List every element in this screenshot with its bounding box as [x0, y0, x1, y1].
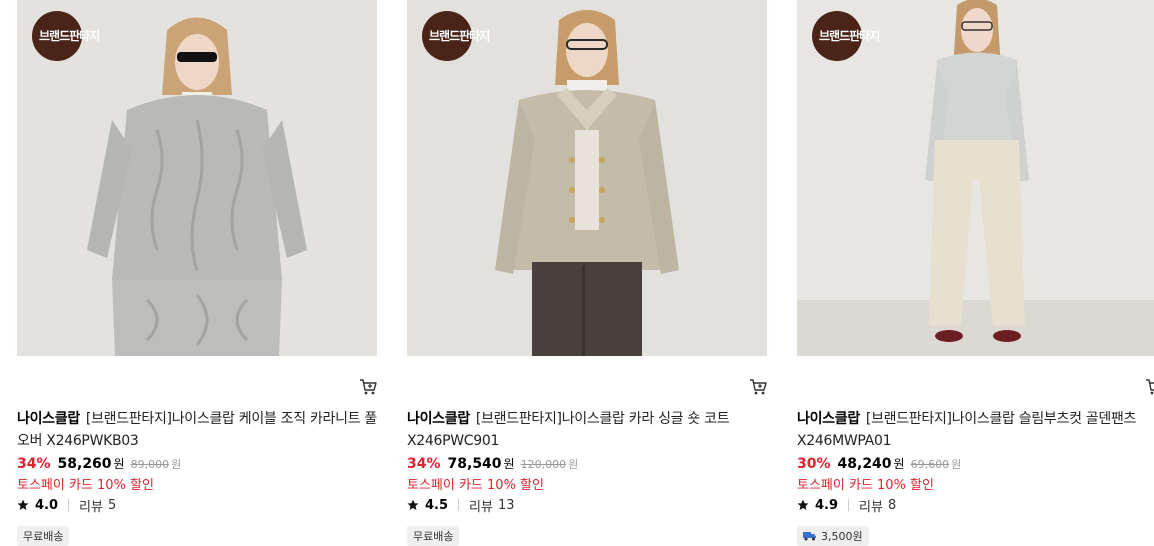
discount-rate: 34% — [17, 456, 51, 472]
review-count: 13 — [497, 497, 515, 513]
product-image[interactable]: 브랜드판타지 — [17, 0, 377, 356]
sale-price: 78,540 — [447, 456, 502, 472]
brand-fantasy-badge: 브랜드판타지 — [32, 11, 100, 61]
brand-name: 나이스클랍 — [407, 411, 470, 427]
rating-score: 4.5 — [425, 497, 449, 513]
star-icon — [17, 499, 29, 510]
shipping-label: 무료배송 — [413, 530, 454, 543]
price-unit: 원 — [893, 457, 905, 471]
original-price-unit: 원 — [568, 458, 579, 471]
rating-row: 4.5 리뷰 13 — [407, 496, 515, 515]
brand-fantasy-badge: 브랜드판타지 — [812, 11, 880, 61]
product-card[interactable]: 브랜드판타지 나이스클랍 [브랜드판타지]나이스클랍 케이블 조직 카라니트 풀오… — [17, 0, 377, 546]
shopping-cart-icon[interactable] — [359, 378, 377, 396]
price-row: 34% 78,540 원 120,000 원 — [407, 455, 578, 475]
star-icon — [797, 499, 809, 510]
product-card[interactable]: 브랜드판타지 나이스클랍 [브랜드판타지]나이스클랍 카라 싱글 숏 코트 X24… — [407, 0, 767, 546]
rating-score: 4.0 — [35, 497, 59, 513]
divider — [458, 499, 460, 511]
star-icon — [407, 499, 419, 510]
rating-score: 4.9 — [815, 497, 839, 513]
shipping-badge: 무료배송 — [17, 526, 70, 546]
original-price: 69,600 — [910, 458, 950, 471]
badge-label: 브랜드판타지 — [819, 28, 880, 43]
badge-label: 브랜드판타지 — [39, 28, 100, 43]
rating-row: 4.0 리뷰 5 — [17, 496, 117, 515]
product-title[interactable]: 나이스클랍 [브랜드판타지]나이스클랍 카라 싱글 숏 코트 X246PWC901 — [407, 408, 769, 452]
shipping-badge: 무료배송 — [407, 526, 460, 546]
discount-rate: 34% — [407, 456, 441, 472]
price-unit: 원 — [503, 457, 515, 471]
brand-name: 나이스클랍 — [17, 411, 80, 427]
sale-price: 48,240 — [837, 456, 892, 472]
card-promo-text: 토스페이 카드 10% 할인 — [17, 478, 154, 493]
sale-price: 58,260 — [57, 456, 112, 472]
original-price-unit: 원 — [171, 458, 182, 471]
product-card[interactable]: 브랜드판타지 나이스클랍 [브랜드판타지]나이스클랍 슬림부츠컷 골덴팬츠 X24… — [797, 0, 1154, 546]
card-promo-text: 토스페이 카드 10% 할인 — [797, 478, 934, 493]
review-count: 5 — [107, 497, 117, 513]
original-price-unit: 원 — [951, 458, 962, 471]
product-grid: 브랜드판타지 나이스클랍 [브랜드판타지]나이스클랍 케이블 조직 카라니트 풀오… — [0, 0, 1154, 546]
price-row: 30% 48,240 원 69,600 원 — [797, 455, 961, 475]
brand-fantasy-badge: 브랜드판타지 — [422, 11, 490, 61]
original-price: 89,000 — [130, 458, 170, 471]
rating-row: 4.9 리뷰 8 — [797, 496, 897, 515]
review-count: 8 — [887, 497, 897, 513]
shipping-label: 무료배송 — [23, 530, 64, 543]
shopping-cart-icon[interactable] — [749, 378, 767, 396]
shopping-cart-icon[interactable] — [1145, 378, 1154, 396]
product-image[interactable]: 브랜드판타지 — [797, 0, 1154, 356]
badge-label: 브랜드판타지 — [429, 28, 490, 43]
review-label: 리뷰 — [859, 499, 883, 515]
shipping-badge: 3,500원 — [797, 526, 869, 546]
review-label: 리뷰 — [79, 499, 103, 515]
price-unit: 원 — [113, 457, 125, 471]
divider — [68, 499, 70, 511]
product-title[interactable]: 나이스클랍 [브랜드판타지]나이스클랍 슬림부츠컷 골덴팬츠 X246MWPA01 — [797, 408, 1154, 452]
review-label: 리뷰 — [469, 499, 493, 515]
original-price: 120,000 — [520, 458, 567, 471]
card-promo-text: 토스페이 카드 10% 할인 — [407, 478, 544, 493]
product-title[interactable]: 나이스클랍 [브랜드판타지]나이스클랍 케이블 조직 카라니트 풀오버 X246P… — [17, 408, 379, 452]
divider — [848, 499, 850, 511]
product-image[interactable]: 브랜드판타지 — [407, 0, 767, 356]
shipping-label: 3,500원 — [821, 530, 863, 543]
delivery-truck-icon — [803, 532, 816, 541]
price-row: 34% 58,260 원 89,000 원 — [17, 455, 181, 475]
discount-rate: 30% — [797, 456, 831, 472]
brand-name: 나이스클랍 — [797, 411, 860, 427]
